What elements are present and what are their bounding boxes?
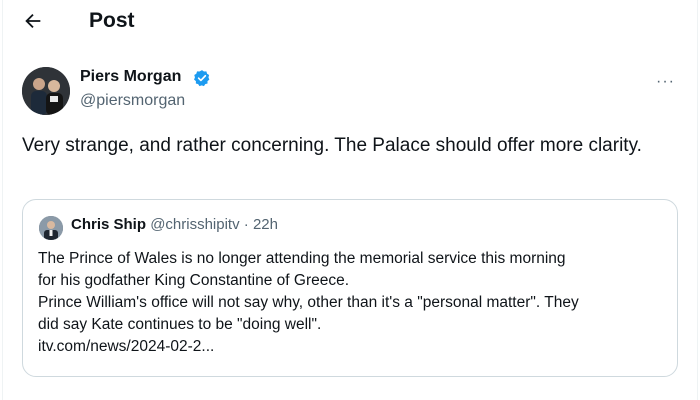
author-handle[interactable]: @piersmorgan xyxy=(80,92,185,110)
dot-separator: · xyxy=(243,216,249,233)
author-avatar[interactable] xyxy=(22,67,70,115)
more-options-icon[interactable]: ··· xyxy=(656,73,675,91)
quoted-post-header: Chris Ship @chrisshipitv · 22h xyxy=(71,216,278,233)
quoted-text-line: Prince William's office will not say why… xyxy=(38,294,579,311)
verified-badge-icon xyxy=(193,69,211,87)
quoted-post-time[interactable]: 22h xyxy=(253,216,278,233)
quoted-post[interactable]: Chris Ship @chrisshipitv · 22h The Princ… xyxy=(22,199,678,377)
quoted-author-handle[interactable]: @chrisshipitv xyxy=(150,216,239,233)
page-title: Post xyxy=(89,9,135,32)
quoted-text-line: The Prince of Wales is no longer attendi… xyxy=(38,250,566,267)
quoted-text-line: for his godfather King Constantine of Gr… xyxy=(38,272,350,289)
back-arrow-icon[interactable] xyxy=(22,10,46,34)
column-border-right xyxy=(697,0,698,400)
author-name[interactable]: Piers Morgan xyxy=(80,68,181,86)
post-text: Very strange, and rather concerning. The… xyxy=(22,135,642,156)
column-border-left xyxy=(2,0,3,400)
quoted-post-text: The Prince of Wales is no longer attendi… xyxy=(38,248,668,358)
page-header: Post xyxy=(0,0,700,48)
quoted-author-name[interactable]: Chris Ship xyxy=(71,216,146,233)
quoted-author-avatar xyxy=(39,216,63,240)
quoted-text-line: did say Kate continues to be "doing well… xyxy=(38,316,322,333)
quoted-link[interactable]: itv.com/news/2024-02-2... xyxy=(38,336,668,358)
